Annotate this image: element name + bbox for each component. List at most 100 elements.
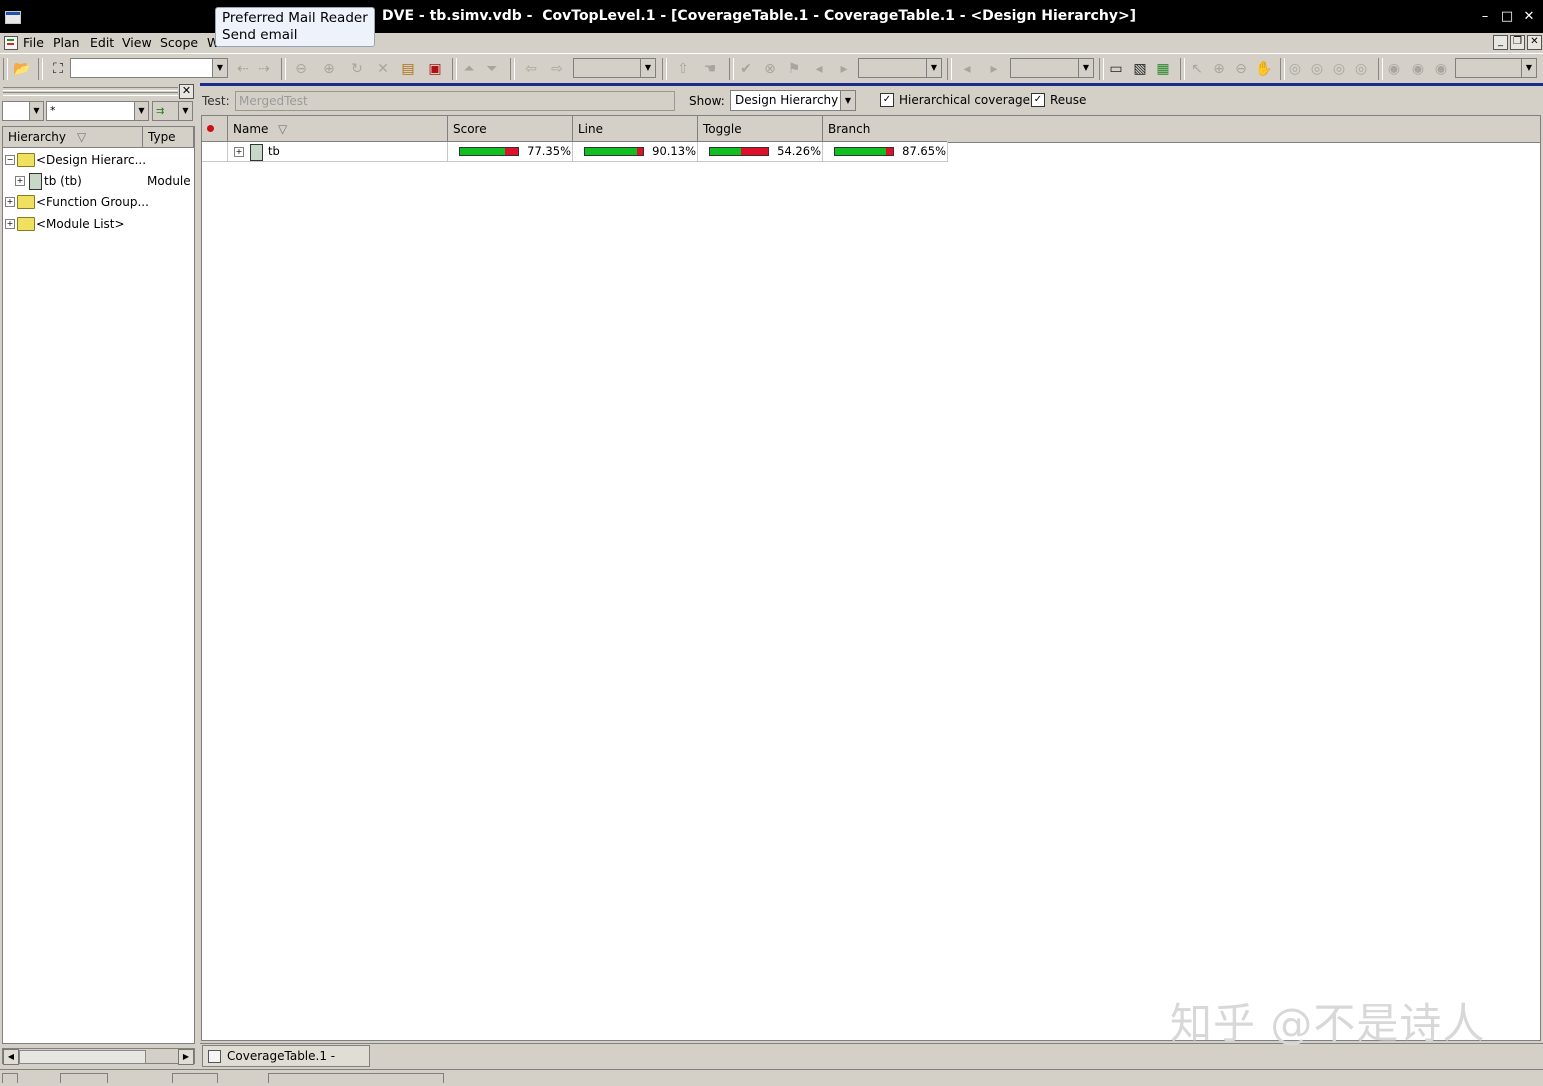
menu-scope[interactable]: Scope bbox=[160, 35, 198, 50]
column-header-toggle[interactable]: Toggle bbox=[698, 116, 823, 142]
show-select[interactable]: Design Hierarchy ▼ bbox=[730, 90, 856, 111]
menu-plan[interactable]: Plan bbox=[53, 35, 80, 50]
branch-cell[interactable]: 87.65% bbox=[823, 142, 948, 162]
tree-item-tb[interactable]: + tb (tb) Module bbox=[3, 171, 194, 191]
zoom-full-icon[interactable]: ◎ bbox=[1351, 59, 1371, 79]
zoom-reset-icon[interactable]: ◉ bbox=[1431, 59, 1451, 79]
line-cell[interactable]: 90.13% bbox=[573, 142, 698, 162]
filter-options-combo[interactable]: ⇉ ▼ bbox=[152, 101, 193, 121]
pane-grip[interactable] bbox=[3, 92, 178, 96]
reuse-checkbox[interactable]: ✓ bbox=[1031, 93, 1045, 107]
chevron-down-icon[interactable]: ▼ bbox=[178, 102, 192, 120]
hierarchical-coverage-checkbox[interactable]: ✓ bbox=[880, 93, 894, 107]
pane-grip[interactable] bbox=[3, 87, 178, 91]
next-item-icon[interactable]: ▸ bbox=[834, 59, 854, 79]
close-pane-button[interactable]: ✕ bbox=[179, 84, 194, 99]
collapse-icon[interactable]: − bbox=[5, 155, 15, 165]
column-header-score[interactable]: Score bbox=[448, 116, 573, 142]
marker-cell[interactable] bbox=[202, 142, 228, 162]
zoom-prev-icon[interactable]: ◉ bbox=[1384, 59, 1404, 79]
back-icon[interactable]: ⇦ bbox=[521, 59, 541, 79]
chevron-down-icon[interactable]: ▼ bbox=[1521, 59, 1536, 77]
prev-edge-icon[interactable]: ◂ bbox=[957, 59, 977, 79]
chevron-down-icon[interactable]: ▼ bbox=[640, 59, 655, 77]
collapse-icon[interactable]: ⊖ bbox=[291, 59, 311, 79]
tab-coverage-table[interactable]: CoverageTable.1 - <D... bbox=[202, 1045, 370, 1083]
find-combo[interactable]: ▼ bbox=[70, 58, 228, 78]
document-icon[interactable] bbox=[4, 36, 18, 50]
expand-icon[interactable]: + bbox=[15, 176, 25, 186]
filter-funnel-icon[interactable]: ▽ bbox=[278, 116, 287, 142]
color-view-icon[interactable]: ▦ bbox=[1153, 59, 1173, 79]
zoom-fit-icon[interactable]: ◎ bbox=[1285, 59, 1305, 79]
zoom-next-icon[interactable]: ◉ bbox=[1408, 59, 1428, 79]
chevron-down-icon[interactable]: ▼ bbox=[134, 102, 148, 120]
toggle-cell[interactable]: 54.26% bbox=[698, 142, 823, 162]
mdi-restore-button[interactable]: ❐ bbox=[1510, 35, 1525, 50]
column-header-name[interactable]: Name ▽ bbox=[228, 116, 448, 142]
column-header-type[interactable]: Type bbox=[143, 127, 194, 148]
chevron-down-icon[interactable]: ▼ bbox=[212, 59, 227, 77]
up-icon[interactable]: ⇧ bbox=[673, 59, 693, 79]
scope-type-combo[interactable]: ▼ bbox=[2, 101, 44, 121]
tree-item-module-list[interactable]: + <Module List> bbox=[3, 214, 194, 234]
expand-icon[interactable]: + bbox=[5, 197, 15, 207]
zoom-in-icon[interactable]: ⊕ bbox=[1209, 59, 1229, 79]
tree-item-function-groups[interactable]: + <Function Group... bbox=[3, 192, 194, 212]
column-header-marker[interactable] bbox=[202, 116, 228, 142]
move-down-icon[interactable]: ⏷ bbox=[482, 59, 502, 79]
select-icon[interactable]: ↖ bbox=[1187, 59, 1207, 79]
name-cell[interactable]: + tb bbox=[228, 142, 448, 162]
flag-icon[interactable]: ⚑ bbox=[784, 59, 804, 79]
mdi-minimize-button[interactable]: _ bbox=[1493, 35, 1508, 50]
reuse-label[interactable]: Reuse bbox=[1050, 93, 1086, 107]
chevron-down-icon[interactable]: ▼ bbox=[926, 59, 941, 77]
delete-icon[interactable]: ✕ bbox=[373, 59, 393, 79]
edge-combo[interactable]: ▼ bbox=[1010, 58, 1094, 78]
chevron-down-icon[interactable]: ▼ bbox=[29, 102, 43, 120]
find-next-icon[interactable]: ⇢ bbox=[254, 59, 274, 79]
coverage-view-icon[interactable]: ▧ bbox=[1130, 59, 1150, 79]
item-combo[interactable]: ▼ bbox=[858, 58, 942, 78]
expand-icon[interactable]: + bbox=[234, 147, 244, 157]
expand-icon[interactable]: + bbox=[5, 219, 15, 229]
chevron-down-icon[interactable]: ▼ bbox=[1078, 59, 1093, 77]
zoom-combo[interactable]: ▼ bbox=[1455, 58, 1537, 78]
minimize-window-button[interactable]: – bbox=[1477, 9, 1493, 25]
chevron-down-icon[interactable]: ▼ bbox=[840, 91, 855, 110]
save-icon[interactable]: ▣ bbox=[425, 59, 445, 79]
zoom-out-icon[interactable]: ⊖ bbox=[1231, 59, 1251, 79]
load-icon[interactable]: ▤ bbox=[398, 59, 418, 79]
menu-view[interactable]: View bbox=[122, 35, 152, 50]
scrollbar-thumb[interactable] bbox=[19, 1050, 146, 1064]
scroll-right-icon[interactable]: ▶ bbox=[178, 1049, 194, 1065]
score-cell[interactable]: 77.35% bbox=[448, 142, 573, 162]
tree-item-design-hierarchy[interactable]: − <Design Hierarc... bbox=[3, 150, 194, 170]
menu-file[interactable]: File bbox=[23, 35, 44, 50]
zoom-half-icon[interactable]: ◎ bbox=[1329, 59, 1349, 79]
scroll-left-icon[interactable]: ◀ bbox=[3, 1049, 19, 1065]
filter-funnel-icon[interactable]: ▽ bbox=[77, 127, 86, 147]
maximize-window-button[interactable]: □ bbox=[1499, 9, 1515, 25]
prev-item-icon[interactable]: ◂ bbox=[809, 59, 829, 79]
move-up-icon[interactable]: ⏶ bbox=[459, 59, 479, 79]
next-edge-icon[interactable]: ▸ bbox=[984, 59, 1004, 79]
check-icon[interactable]: ✔ bbox=[736, 59, 756, 79]
folder-open-icon[interactable]: 📂 bbox=[12, 59, 32, 79]
close-window-button[interactable]: ✕ bbox=[1521, 9, 1537, 25]
exclude-icon[interactable]: ⊗ bbox=[760, 59, 780, 79]
zoom-2-icon[interactable]: ◎ bbox=[1307, 59, 1327, 79]
filter-combo[interactable]: * ▼ bbox=[46, 101, 149, 121]
hand-icon[interactable]: ☚ bbox=[700, 59, 720, 79]
find-prev-icon[interactable]: ⇠ bbox=[233, 59, 253, 79]
app-icon[interactable] bbox=[5, 11, 21, 24]
test-input[interactable]: MergedTest bbox=[235, 91, 675, 111]
column-header-line[interactable]: Line bbox=[573, 116, 698, 142]
expand-icon[interactable]: ⊕ bbox=[319, 59, 339, 79]
menu-edit[interactable]: Edit bbox=[90, 35, 114, 50]
mdi-close-button[interactable]: ✕ bbox=[1527, 35, 1542, 50]
column-header-branch[interactable]: Branch bbox=[823, 116, 948, 142]
column-header-hierarchy[interactable]: Hierarchy ▽ bbox=[3, 127, 143, 148]
step-combo[interactable]: ▼ bbox=[573, 58, 656, 78]
refresh-icon[interactable]: ↻ bbox=[347, 59, 367, 79]
